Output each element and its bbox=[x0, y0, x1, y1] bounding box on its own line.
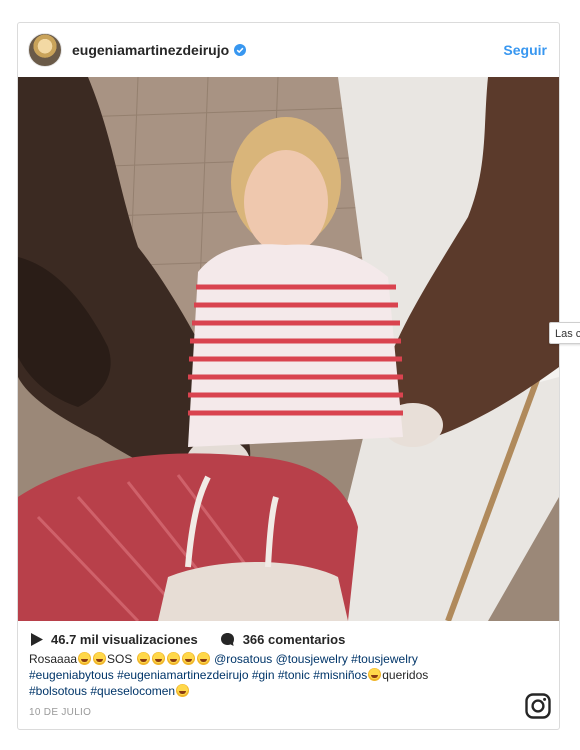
caption-text: SOS bbox=[107, 652, 133, 666]
caption-text: Rosaaaa bbox=[29, 652, 78, 666]
post-caption: Rosaaaa SOS @rosatous @tousjewelry #tousj… bbox=[29, 651, 479, 699]
avatar[interactable] bbox=[28, 33, 62, 67]
nerd-emoji-icon bbox=[136, 652, 150, 665]
side-tooltip-tab[interactable]: Las c bbox=[549, 322, 580, 344]
woman-bowing-emoji-icon bbox=[196, 652, 210, 665]
caption-tags[interactable]: @rosatous @tousjewelry #tousjewelry bbox=[214, 652, 418, 666]
caption-hashtags[interactable]: #eugeniabytous #eugeniamartinezdeirujo #… bbox=[29, 668, 367, 682]
post-stats: 46.7 mil visualizaciones 366 comentarios bbox=[30, 630, 345, 648]
nerd-emoji-icon bbox=[176, 684, 190, 697]
username-link[interactable]: eugeniamartinezdeirujo bbox=[72, 42, 229, 58]
nerd-emoji-icon bbox=[181, 652, 195, 665]
comment-bubble-icon bbox=[220, 632, 234, 646]
scream-emoji-icon bbox=[78, 652, 92, 665]
post-header: eugeniamartinezdeirujo Seguir bbox=[18, 23, 559, 77]
post-date[interactable]: 10 DE JULIO bbox=[29, 707, 91, 718]
follow-button[interactable]: Seguir bbox=[503, 42, 547, 58]
photo-illustration bbox=[18, 77, 559, 621]
views-count: 46.7 mil visualizaciones bbox=[51, 631, 198, 647]
caption-hashtags[interactable]: #bolsotous #queselocomen bbox=[29, 684, 175, 698]
scream-emoji-icon bbox=[93, 652, 107, 665]
comments-count[interactable]: 366 comentarios bbox=[243, 632, 346, 647]
verified-badge-icon bbox=[234, 44, 247, 56]
instagram-post-card: eugeniamartinezdeirujo Seguir 46.7 mil v… bbox=[17, 22, 560, 730]
play-icon bbox=[31, 632, 43, 646]
instagram-logo-icon[interactable] bbox=[525, 693, 551, 719]
nerd-emoji-icon bbox=[166, 652, 180, 665]
heart-eyes-emoji-icon bbox=[368, 668, 382, 681]
post-photo[interactable] bbox=[18, 77, 559, 621]
caption-text: queridos bbox=[382, 668, 429, 682]
nerd-emoji-icon bbox=[151, 652, 165, 665]
